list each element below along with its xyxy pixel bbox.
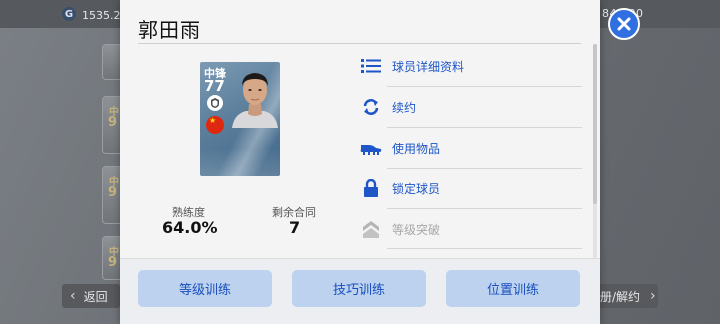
card-rating: 9	[108, 115, 118, 130]
close-icon	[616, 16, 632, 32]
club-badge-icon	[207, 95, 223, 111]
renew-contract-item[interactable]: 续约	[360, 87, 582, 127]
position-training-button[interactable]: 位置训练	[446, 270, 580, 307]
coin-icon: G	[62, 7, 76, 21]
level-training-button[interactable]: 等级训练	[138, 270, 272, 307]
contract-remaining-value: 7	[289, 218, 301, 237]
renew-contract-label: 续约	[392, 100, 417, 115]
lock-icon	[360, 178, 382, 198]
card-rating: 9	[108, 255, 118, 270]
player-portrait	[230, 66, 280, 128]
back-label: 返回	[83, 289, 108, 304]
use-item-item[interactable]: 使用物品	[360, 128, 582, 168]
back-button[interactable]: ‹ 返回	[62, 284, 120, 308]
player-name-title: 郭田雨	[138, 18, 201, 42]
refresh-icon	[360, 97, 382, 117]
use-item-label: 使用物品	[392, 141, 441, 156]
player-card[interactable]: 中锋 77 ★	[200, 62, 280, 176]
lock-player-label: 锁定球员	[392, 181, 441, 196]
player-rating: 77	[204, 77, 225, 95]
card-bottom-shade	[200, 148, 280, 176]
china-flag-icon: ★	[206, 116, 224, 134]
level-breakthrough-label: 等级突破	[392, 222, 441, 237]
register-release-button[interactable]: 册/解约 ›	[598, 284, 658, 308]
boot-icon	[360, 138, 382, 158]
list-icon	[360, 56, 382, 76]
close-button[interactable]	[608, 8, 640, 40]
scrollbar-thumb[interactable]	[593, 44, 597, 204]
player-options-modal: 郭田雨 中锋 77 ★ 熟练度 64.0% 剩余合同 7 球员详细资料 续约 使…	[120, 0, 600, 324]
chevron-right-icon: ›	[650, 288, 656, 304]
coin-symbol: G	[64, 8, 74, 20]
skill-training-button[interactable]: 技巧训练	[292, 270, 426, 307]
register-release-label: 册/解约	[600, 289, 641, 304]
lock-player-item[interactable]: 锁定球员	[360, 168, 582, 208]
player-details-label: 球员详细资料	[392, 59, 465, 74]
proficiency-value: 64.0%	[162, 218, 218, 237]
player-details-item[interactable]: 球员详细资料	[360, 46, 582, 86]
level-breakthrough-item: 等级突破	[360, 209, 582, 249]
card-rating: 9	[108, 185, 118, 200]
title-divider	[138, 43, 581, 44]
chevron-left-icon: ‹	[70, 288, 76, 304]
menu-divider	[387, 248, 582, 249]
level-up-icon	[360, 219, 382, 239]
